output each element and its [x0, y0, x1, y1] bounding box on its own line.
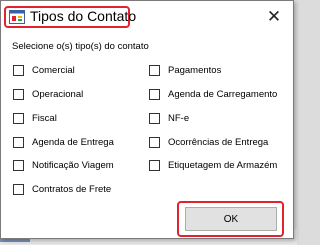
- ok-button[interactable]: OK: [185, 207, 277, 231]
- checkbox-label: Operacional: [32, 89, 84, 100]
- checkbox-label: Agenda de Entrega: [32, 137, 114, 148]
- checkbox-label: Ocorrências de Entrega: [168, 137, 269, 148]
- checkbox-row-ocorrencias-entrega[interactable]: Ocorrências de Entrega: [149, 137, 268, 148]
- checkbox-row-etiquetagem-armazem[interactable]: Etiquetagem de Armazém: [149, 160, 277, 171]
- checkbox-agenda-entrega[interactable]: [13, 137, 24, 148]
- checkbox-row-agenda-carregamento[interactable]: Agenda de Carregamento: [149, 89, 277, 100]
- checkbox-pagamentos[interactable]: [149, 65, 160, 76]
- checkbox-label: Comercial: [32, 65, 75, 76]
- window-title: Tipos do Contato: [30, 8, 137, 24]
- checkbox-notificacao-viagem[interactable]: [13, 160, 24, 171]
- checkbox-row-agenda-entrega[interactable]: Agenda de Entrega: [13, 137, 114, 148]
- checkbox-label: Notificação Viagem: [32, 160, 114, 171]
- close-icon: ✕: [266, 7, 282, 26]
- title-bar: Tipos do Contato ✕: [1, 1, 293, 31]
- checkbox-row-operacional[interactable]: Operacional: [13, 89, 83, 100]
- checkbox-row-notificacao-viagem[interactable]: Notificação Viagem: [13, 160, 114, 171]
- checkbox-label: Pagamentos: [168, 65, 222, 76]
- checkbox-row-contratos-frete[interactable]: Contratos de Frete: [13, 184, 111, 195]
- checkbox-ocorrencias-entrega[interactable]: [149, 137, 160, 148]
- app-window-icon: [9, 10, 25, 24]
- checkbox-agenda-carregamento[interactable]: [149, 89, 160, 100]
- checkbox-label: NF-e: [168, 113, 190, 124]
- background-strip-blue: [0, 239, 30, 242]
- checkbox-operacional[interactable]: [13, 89, 24, 100]
- checkbox-comercial[interactable]: [13, 65, 24, 76]
- close-button[interactable]: ✕: [263, 6, 285, 28]
- checkbox-etiquetagem-armazem[interactable]: [149, 160, 160, 171]
- checkbox-label: Contratos de Frete: [32, 184, 112, 195]
- instructions-text: Selecione o(s) tipo(s) do contato: [12, 41, 149, 52]
- checkbox-row-nfe[interactable]: NF-e: [149, 113, 189, 124]
- tipos-contato-dialog: Tipos do Contato ✕ Selecione o(s) tipo(s…: [0, 0, 294, 239]
- checkbox-row-pagamentos[interactable]: Pagamentos: [149, 65, 221, 76]
- checkbox-label: Etiquetagem de Armazém: [168, 160, 278, 171]
- checkbox-fiscal[interactable]: [13, 113, 24, 124]
- checkbox-nfe[interactable]: [149, 113, 160, 124]
- checkbox-row-comercial[interactable]: Comercial: [13, 65, 75, 76]
- checkbox-contratos-frete[interactable]: [13, 184, 24, 195]
- checkbox-row-fiscal[interactable]: Fiscal: [13, 113, 57, 124]
- checkbox-label: Agenda de Carregamento: [168, 89, 278, 100]
- checkbox-label: Fiscal: [32, 113, 57, 124]
